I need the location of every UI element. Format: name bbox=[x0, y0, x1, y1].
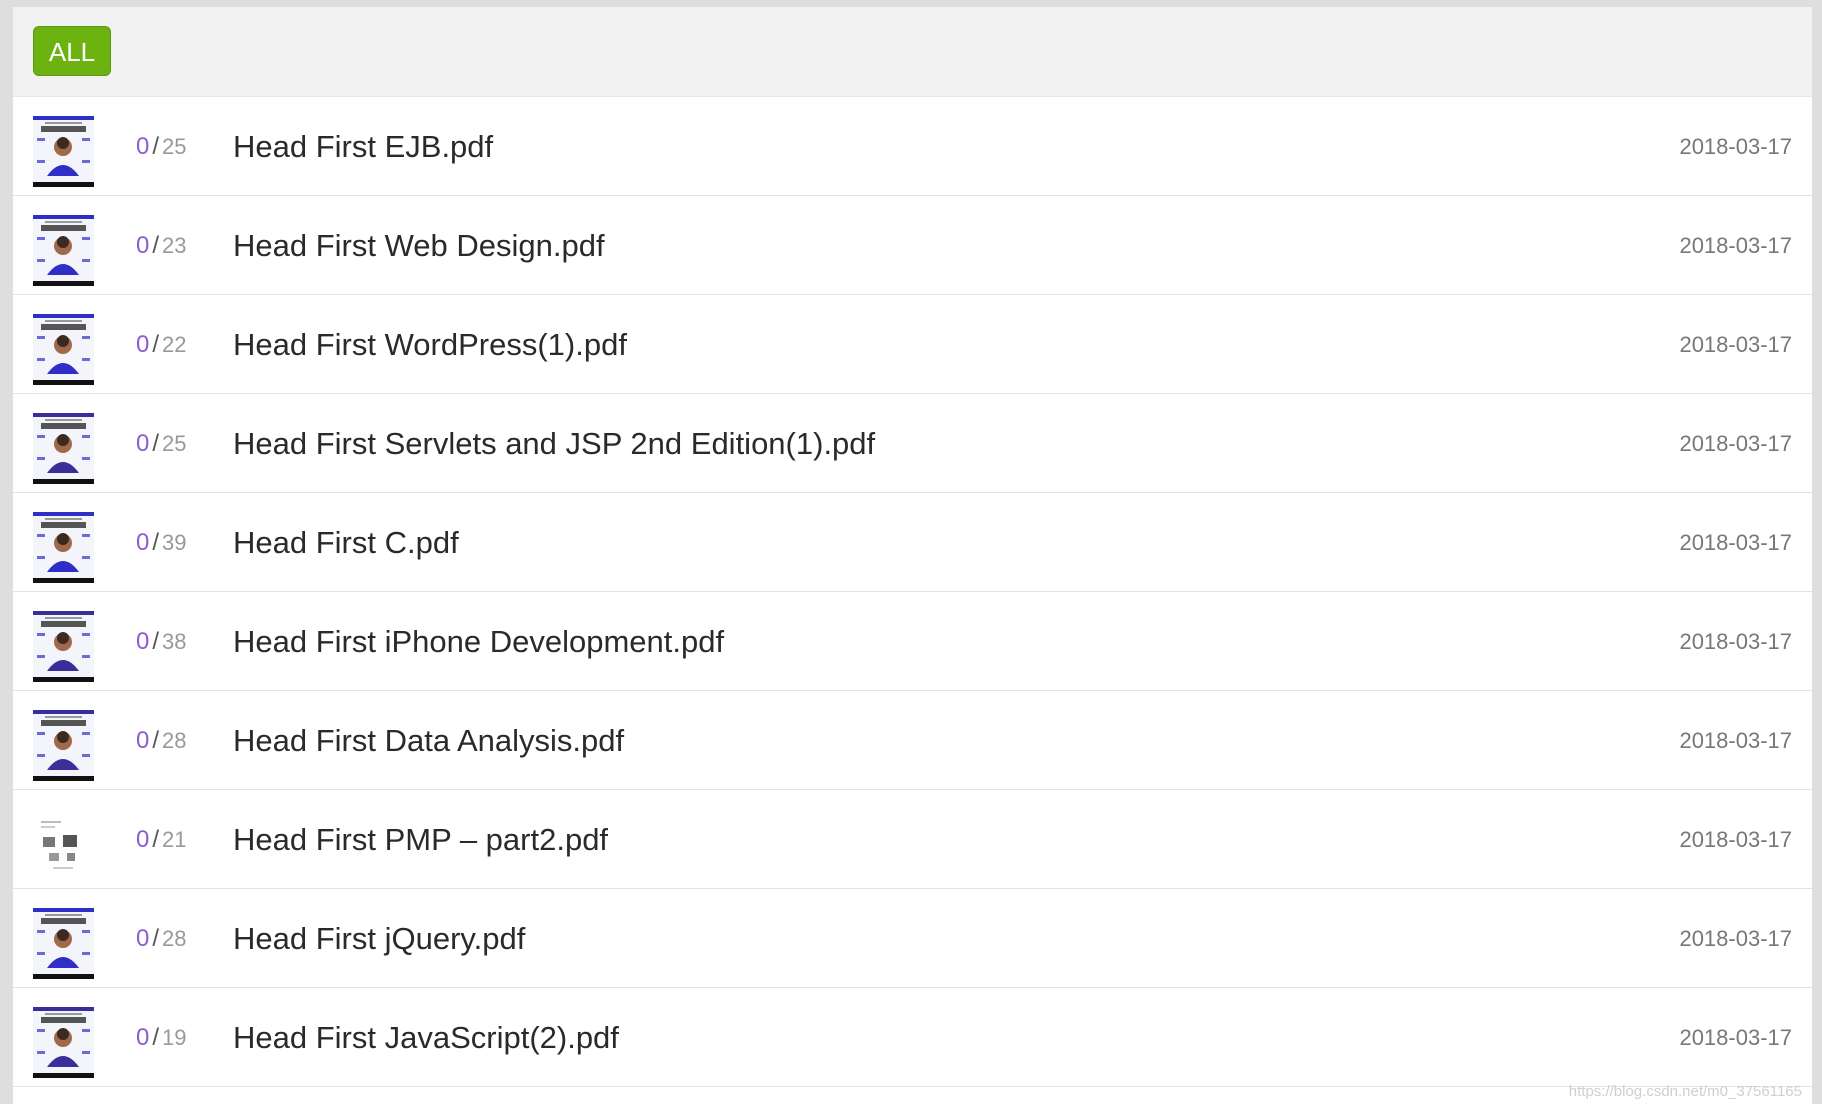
total-pages-count: 28 bbox=[162, 728, 187, 753]
progress-separator: / bbox=[152, 628, 160, 655]
file-row[interactable]: 0/28 Head First jQuery.pdf 2018-03-17 bbox=[13, 889, 1812, 988]
file-date: 2018-03-17 bbox=[1679, 431, 1792, 456]
file-name[interactable]: Head First jQuery.pdf bbox=[233, 889, 525, 988]
file-list-panel: ALL 0/25 Head First EJB.pdf 2018-03-17 0… bbox=[13, 7, 1812, 1104]
file-date: 2018-03-17 bbox=[1679, 728, 1792, 753]
file-name[interactable]: Head First Servlets and JSP 2nd Edition(… bbox=[233, 394, 875, 493]
file-name[interactable]: Head First EJB.pdf bbox=[233, 97, 493, 196]
file-date: 2018-03-17 bbox=[1679, 827, 1792, 852]
file-name[interactable]: Head First WordPress(1).pdf bbox=[233, 295, 627, 394]
total-pages-count: 28 bbox=[162, 926, 187, 951]
total-pages-count: 21 bbox=[162, 827, 187, 852]
file-row[interactable]: 0/22 Head First WordPress(1).pdf 2018-03… bbox=[13, 295, 1812, 394]
pages-read-count: 0 bbox=[136, 331, 150, 358]
head-first-cover-icon bbox=[33, 908, 94, 979]
head-first-cover-icon bbox=[33, 314, 94, 385]
progress-separator: / bbox=[152, 1024, 160, 1051]
read-progress: 0/22 bbox=[136, 295, 187, 394]
head-first-cover-icon bbox=[33, 116, 94, 187]
file-name[interactable]: Head First iPhone Development.pdf bbox=[233, 592, 724, 691]
filter-toolbar: ALL bbox=[13, 7, 1812, 97]
total-pages-count: 39 bbox=[162, 530, 187, 555]
pages-read-count: 0 bbox=[136, 1024, 150, 1051]
head-first-cover-icon bbox=[33, 215, 94, 286]
file-row[interactable]: 0/39 Head First C.pdf 2018-03-17 bbox=[13, 493, 1812, 592]
file-name[interactable]: Head First JavaScript(2).pdf bbox=[233, 988, 619, 1087]
pages-read-count: 0 bbox=[136, 826, 150, 853]
file-name[interactable]: Head First Data Analysis.pdf bbox=[233, 691, 624, 790]
pages-read-count: 0 bbox=[136, 133, 150, 160]
read-progress: 0/39 bbox=[136, 493, 187, 592]
progress-separator: / bbox=[152, 826, 160, 853]
total-pages-count: 25 bbox=[162, 431, 187, 456]
total-pages-count: 19 bbox=[162, 1025, 187, 1050]
head-first-cover-icon bbox=[33, 611, 94, 682]
file-row[interactable]: 0/23 Head First Web Design.pdf 2018-03-1… bbox=[13, 196, 1812, 295]
read-progress: 0/19 bbox=[136, 988, 187, 1087]
read-progress: 0/38 bbox=[136, 592, 187, 691]
progress-separator: / bbox=[152, 430, 160, 457]
total-pages-count: 22 bbox=[162, 332, 187, 357]
file-row[interactable]: 0/28 Head First Data Analysis.pdf 2018-0… bbox=[13, 691, 1812, 790]
file-row[interactable]: 0/25 Head First EJB.pdf 2018-03-17 bbox=[13, 97, 1812, 196]
progress-separator: / bbox=[152, 925, 160, 952]
pages-read-count: 0 bbox=[136, 727, 150, 754]
read-progress: 0/28 bbox=[136, 889, 187, 988]
file-row[interactable]: 0/38 Head First iPhone Development.pdf 2… bbox=[13, 592, 1812, 691]
read-progress: 0/28 bbox=[136, 691, 187, 790]
pages-read-count: 0 bbox=[136, 430, 150, 457]
file-date: 2018-03-17 bbox=[1679, 134, 1792, 159]
document-page-icon bbox=[33, 809, 94, 880]
all-filter-button[interactable]: ALL bbox=[33, 26, 111, 76]
file-date: 2018-03-17 bbox=[1679, 233, 1792, 258]
pages-read-count: 0 bbox=[136, 628, 150, 655]
file-date: 2018-03-17 bbox=[1679, 1025, 1792, 1050]
file-name[interactable]: Head First Web Design.pdf bbox=[233, 196, 605, 295]
progress-separator: / bbox=[152, 727, 160, 754]
total-pages-count: 23 bbox=[162, 233, 187, 258]
file-row[interactable]: 0/25 Head First Servlets and JSP 2nd Edi… bbox=[13, 394, 1812, 493]
file-date: 2018-03-17 bbox=[1679, 629, 1792, 654]
head-first-cover-icon bbox=[33, 413, 94, 484]
read-progress: 0/25 bbox=[136, 97, 187, 196]
file-date: 2018-03-17 bbox=[1679, 530, 1792, 555]
file-date: 2018-03-17 bbox=[1679, 332, 1792, 357]
pages-read-count: 0 bbox=[136, 925, 150, 952]
file-row[interactable]: 0/21 Head First PMP – part2.pdf 2018-03-… bbox=[13, 790, 1812, 889]
progress-separator: / bbox=[152, 331, 160, 358]
progress-separator: / bbox=[152, 529, 160, 556]
progress-separator: / bbox=[152, 133, 160, 160]
total-pages-count: 25 bbox=[162, 134, 187, 159]
watermark: https://blog.csdn.net/m0_37561165 bbox=[1568, 1083, 1802, 1100]
file-list: 0/25 Head First EJB.pdf 2018-03-17 0/23 … bbox=[13, 97, 1812, 1087]
read-progress: 0/25 bbox=[136, 394, 187, 493]
total-pages-count: 38 bbox=[162, 629, 187, 654]
read-progress: 0/23 bbox=[136, 196, 187, 295]
file-name[interactable]: Head First C.pdf bbox=[233, 493, 459, 592]
pages-read-count: 0 bbox=[136, 232, 150, 259]
file-date: 2018-03-17 bbox=[1679, 926, 1792, 951]
file-row[interactable]: 0/19 Head First JavaScript(2).pdf 2018-0… bbox=[13, 988, 1812, 1087]
head-first-cover-icon bbox=[33, 1007, 94, 1078]
head-first-cover-icon bbox=[33, 512, 94, 583]
file-name[interactable]: Head First PMP – part2.pdf bbox=[233, 790, 608, 889]
head-first-cover-icon bbox=[33, 710, 94, 781]
progress-separator: / bbox=[152, 232, 160, 259]
read-progress: 0/21 bbox=[136, 790, 187, 889]
pages-read-count: 0 bbox=[136, 529, 150, 556]
